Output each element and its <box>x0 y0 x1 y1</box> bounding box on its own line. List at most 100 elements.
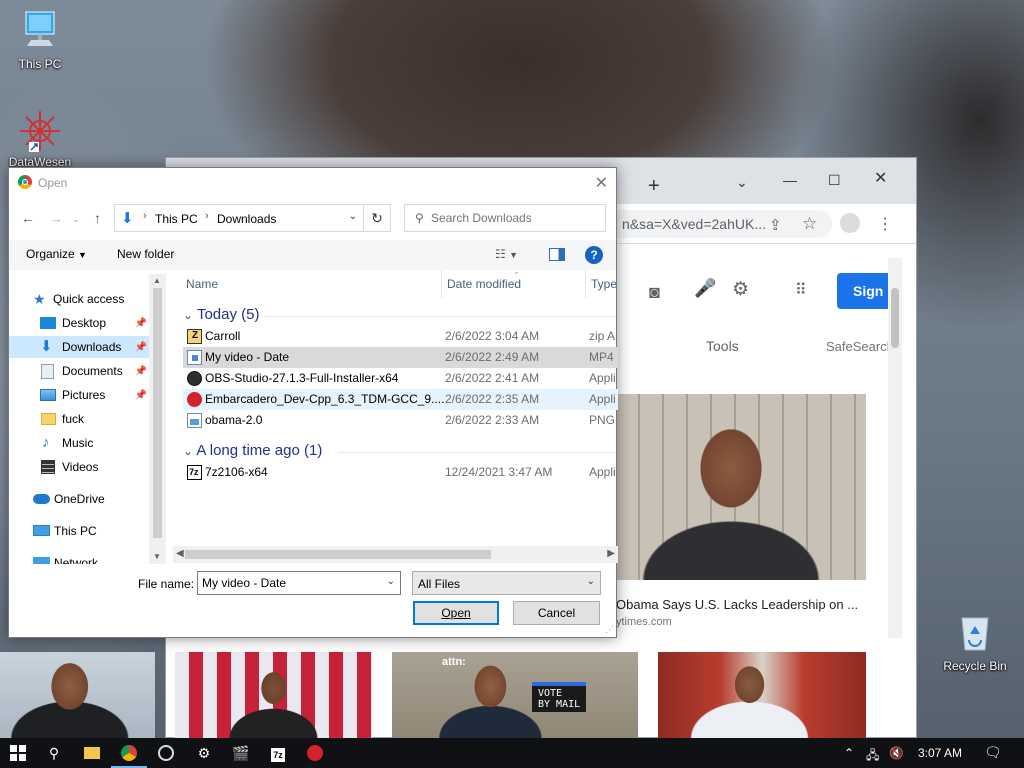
taskbar-settings[interactable]: ⚙ <box>186 738 222 768</box>
group-header-today[interactable]: ⌄ Today (5) <box>183 306 260 323</box>
image-result[interactable] <box>616 394 866 580</box>
scroll-left-icon[interactable]: ◀ <box>176 548 184 559</box>
view-options-icon[interactable]: ☷ ▼ <box>495 247 518 261</box>
navigation-pane-scrollbar[interactable]: ▲ ▼ <box>149 274 166 564</box>
pin-icon[interactable]: 📌 <box>135 361 147 383</box>
nav-item-this-pc[interactable]: This PC <box>9 520 149 542</box>
image-result[interactable]: attn: VOTE BY MAIL <box>392 652 638 738</box>
breadcrumb-this-pc[interactable]: This PC <box>155 212 198 226</box>
column-header-type[interactable]: Type <box>591 277 617 291</box>
taskbar-video-editor[interactable]: 🎬 <box>223 738 259 768</box>
chrome-menu-icon[interactable]: ⋮ <box>877 214 893 234</box>
close-icon[interactable]: ✕ <box>595 173 608 193</box>
microphone-icon[interactable]: 🎤 <box>694 278 716 299</box>
close-icon[interactable]: ✕ <box>874 171 887 187</box>
up-arrow-icon[interactable]: ↑ <box>94 210 101 226</box>
file-row[interactable]: OBS-Studio-27.1.3-Full-Installer-x64 2/6… <box>183 368 618 389</box>
new-folder-button[interactable]: New folder <box>117 247 174 261</box>
chevron-down-icon[interactable]: ⌄ <box>349 211 357 222</box>
nav-item-fuck[interactable]: fuck <box>9 408 149 430</box>
image-result[interactable] <box>0 652 155 738</box>
back-arrow-icon[interactable]: ← <box>21 210 35 226</box>
taskbar-dev-cpp[interactable] <box>297 738 333 768</box>
file-name-combobox[interactable]: ⌄ <box>197 571 401 595</box>
taskbar-obs[interactable] <box>148 738 184 768</box>
chevron-right-icon[interactable]: › <box>143 210 147 222</box>
start-button[interactable] <box>0 738 36 768</box>
maximize-icon[interactable]: ☐ <box>828 172 841 188</box>
search-input[interactable] <box>431 211 601 225</box>
file-row-selected[interactable]: My video - Date 2/6/2022 2:49 AM MP4 <box>183 347 618 368</box>
share-icon[interactable]: ⇪ <box>769 216 782 234</box>
pin-icon[interactable]: 📌 <box>135 385 147 407</box>
file-row[interactable]: obama-2.0 2/6/2022 2:33 AM PNG <box>183 410 618 431</box>
preview-pane-icon[interactable] <box>549 248 565 261</box>
desktop-icon-recycle-bin[interactable]: Recycle Bin <box>935 612 1015 673</box>
bookmark-star-icon[interactable]: ☆ <box>802 214 817 234</box>
image-result[interactable] <box>658 652 866 738</box>
chrome-scrollbar[interactable] <box>888 258 902 638</box>
file-type-select[interactable]: All Files ⌄ <box>412 571 601 595</box>
group-header-long-time-ago[interactable]: ⌄ A long time ago (1) <box>183 442 322 459</box>
nav-item-videos[interactable]: Videos <box>9 456 149 478</box>
new-tab-icon[interactable]: + <box>648 176 660 196</box>
nav-item-network[interactable]: Network <box>9 552 149 564</box>
clock[interactable]: 3:07 AM <box>918 746 962 760</box>
file-name-input[interactable] <box>202 576 382 590</box>
taskbar-search-button[interactable]: ⚲ <box>36 738 72 768</box>
pin-icon[interactable]: 📌 <box>135 337 147 359</box>
taskbar-file-explorer[interactable] <box>74 738 110 768</box>
image-result[interactable] <box>175 652 372 738</box>
chevron-right-icon[interactable]: › <box>205 210 209 222</box>
file-row[interactable]: Z Carroll 2/6/2022 3:04 AM zip A <box>183 326 618 347</box>
resize-grip-icon[interactable]: ⋰ <box>605 624 614 635</box>
refresh-button[interactable]: ↻ <box>363 204 391 232</box>
desktop-icon-label: This PC <box>18 57 62 71</box>
camera-search-icon[interactable]: ◙ <box>649 282 660 303</box>
search-downloads-field[interactable]: ⚲ <box>404 204 606 232</box>
nav-item-downloads[interactable]: ⬇ Downloads 📌 <box>9 336 149 358</box>
tab-search-icon[interactable]: ⌄ <box>736 174 748 190</box>
file-row[interactable]: 7z 7z2106-x64 12/24/2021 3:47 AM Appli <box>183 462 618 483</box>
nav-item-quick-access[interactable]: ★ Quick access <box>9 288 149 310</box>
show-hidden-icons[interactable]: ⌃ <box>844 746 854 760</box>
scroll-right-icon[interactable]: ▶ <box>607 548 615 559</box>
breadcrumb-downloads[interactable]: Downloads <box>217 212 276 226</box>
organize-menu[interactable]: Organize ▼ <box>26 247 87 261</box>
safesearch-link[interactable]: SafeSearch <box>826 339 894 354</box>
taskbar-7zip[interactable]: 7z <box>260 738 296 768</box>
nav-item-pictures[interactable]: Pictures 📌 <box>9 384 149 406</box>
file-row-hover[interactable]: Embarcadero_Dev-Cpp_6.3_TDM-GCC_9.... 2/… <box>183 389 618 410</box>
desktop-icon-this-pc[interactable]: This PC <box>0 10 80 71</box>
nav-item-onedrive[interactable]: OneDrive <box>9 488 149 510</box>
volume-muted-icon[interactable]: 🔇 <box>889 746 904 760</box>
cancel-button[interactable]: Cancel <box>513 601 600 625</box>
downloads-icon: ⬇ <box>40 338 53 355</box>
minimize-icon[interactable]: — <box>783 172 797 188</box>
column-header-name[interactable]: Name <box>186 277 218 291</box>
dialog-title-bar[interactable]: Open ✕ <box>9 168 616 198</box>
chevron-down-icon[interactable]: ⌄ <box>387 576 395 587</box>
tools-link[interactable]: Tools <box>706 338 739 354</box>
pin-icon[interactable]: 📌 <box>135 313 147 335</box>
nav-item-documents[interactable]: Documents 📌 <box>9 360 149 382</box>
network-icon[interactable]: 🖧 <box>866 746 879 767</box>
apps-grid-icon[interactable]: ⠿ <box>795 280 807 300</box>
notifications-icon[interactable]: 🗨 <box>984 744 1002 761</box>
scroll-down-icon[interactable]: ▼ <box>153 552 161 561</box>
file-list-horizontal-scrollbar[interactable]: ◀ ▶ <box>173 546 618 563</box>
nav-item-music[interactable]: ♪ Music <box>9 432 149 454</box>
column-header-date[interactable]: Date modified <box>447 277 521 291</box>
image-result-caption[interactable]: Obama Says U.S. Lacks Leadership on ... <box>616 597 906 612</box>
scroll-up-icon[interactable]: ▲ <box>153 276 161 285</box>
profile-avatar-icon[interactable] <box>840 213 860 233</box>
taskbar-chrome[interactable] <box>111 738 147 768</box>
help-icon[interactable]: ? <box>585 246 603 264</box>
address-breadcrumb[interactable]: ⬇ › This PC › Downloads ⌄ <box>114 204 364 232</box>
lens-settings-icon[interactable]: ⚙ <box>732 278 749 301</box>
forward-arrow-icon[interactable]: → <box>49 210 63 226</box>
desktop-icon-datawesen[interactable]: DataWesen <box>0 108 80 175</box>
recent-locations-icon[interactable]: ⌄ <box>72 214 80 225</box>
open-button[interactable]: Open <box>413 601 499 625</box>
nav-item-desktop[interactable]: Desktop 📌 <box>9 312 149 334</box>
